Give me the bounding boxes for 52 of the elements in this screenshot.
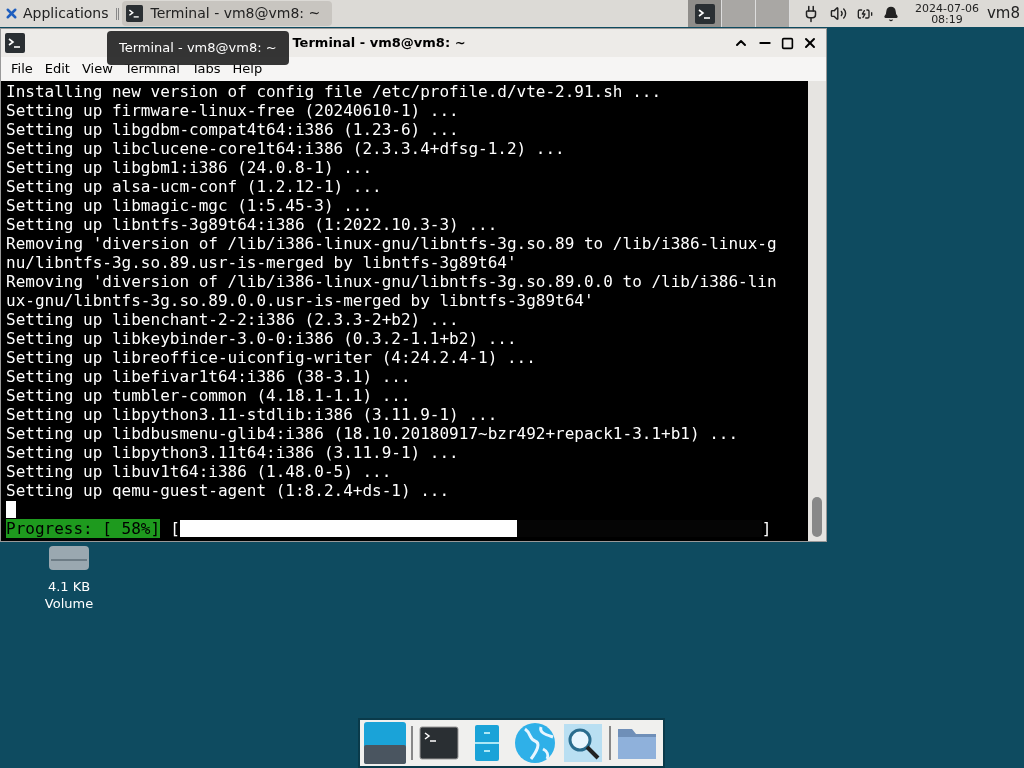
progress-bracket: ] [761, 519, 772, 538]
terminal-line: Setting up libgbm1:i386 (24.0.8-1) ... [6, 158, 373, 177]
terminal-line: Setting up libclucene-core1t64:i386 (2.3.3.4+dfsg-1.2) ... [6, 139, 565, 158]
close-icon[interactable] [802, 35, 818, 51]
progress-label: Progress: [ 58%] [6, 519, 161, 538]
terminal-line: Setting up libgdbm-compat4t64:i386 (1.23-6) ... [6, 120, 459, 139]
terminal-line: ux-gnu/libntfs-3g.so.89.0.0.usr-is-merged by libntfs-3g89t64' [6, 291, 594, 310]
workspace-button[interactable] [688, 0, 722, 27]
terminal-line: Setting up libefivar1t64:i386 (38-3.1) ... [6, 367, 411, 386]
clock-time: 08:19 [931, 13, 963, 25]
text-cursor [6, 501, 16, 518]
desktop-icon[interactable] [363, 721, 407, 765]
clock[interactable]: 2024-07-06 08:19 [911, 2, 983, 25]
terminal-icon [125, 5, 143, 22]
terminal-line: Installing new version of config file /etc/profile.d/vte-2.91.sh ... [6, 82, 662, 101]
clock-date: 2024-07-06 [915, 2, 979, 14]
volume-icon[interactable] [830, 5, 847, 22]
progress-bracket: [ [170, 519, 180, 538]
terminal-line: Setting up libenchant-2-2:i386 (2.3.3-2+b2) ... [6, 310, 459, 329]
scrollbar[interactable] [808, 81, 826, 541]
window-title: Terminal - vm8@vm8: ~ [292, 34, 466, 53]
taskbar-window-button[interactable]: Terminal - vm8@vm8: ~ [121, 1, 333, 26]
applications-menu-button[interactable]: Applications [0, 0, 113, 27]
terminal-line: Setting up libpython3.11t64:i386 (3.11.9-1) ... [6, 443, 459, 462]
terminal-line: Removing 'diversion of /lib/i386-linux-gnu/libntfs-3g.so.89 to /lib/i386-linux-g [6, 234, 777, 253]
magnifier-icon[interactable] [561, 721, 605, 765]
terminal-line: nu/libntfs-3g.so.89.usr-is-merged by libntfs-3g89t64' [6, 253, 517, 272]
terminal-icon [693, 3, 716, 24]
terminal-line: Setting up libntfs-3g89t64:i386 (1:2022.10.3-3) ... [6, 215, 498, 234]
terminal-line: Setting up libmagic-mgc (1:5.45-3) ... [6, 196, 373, 215]
separator-handle-icon [115, 7, 119, 20]
tooltip: Terminal - vm8@vm8: ~ [107, 31, 289, 65]
terminal-line: Setting up firmware-linux-free (20240610-1) ... [6, 101, 459, 120]
terminal-line: Setting up libuv1t64:i386 (1.48.0-5) ... [6, 462, 392, 481]
terminal-line: Setting up libreoffice-uiconfig-writer (4:24.2.4-1) ... [6, 348, 536, 367]
terminal-line: Removing 'diversion of /lib/i386-linux-gnu/libntfs-3g.so.89.0.0 to /lib/i386-lin [6, 272, 777, 291]
app-logo-icon [4, 6, 19, 21]
terminal-line: Setting up libkeybinder-3.0-0:i386 (0.3.2-1.1+b2) ... [6, 329, 517, 348]
terminal-line: Setting up qemu-guest-agent (1:8.2.4+ds-1) ... [6, 481, 450, 500]
terminal-line: Setting up libdbusmenu-glib4:i386 (18.10.20180917~bzr492+repack1-3.1+b1) ... [6, 424, 739, 443]
terminal-line: Setting up libpython3.11-stdlib:i386 (3.11.9-1) ... [6, 405, 498, 424]
user-name[interactable]: vm8 [982, 2, 1024, 25]
terminal-line: Setting up tumbler-common (4.18.1-1.1) ... [6, 386, 411, 405]
volume-size: 4.1 KB [47, 578, 91, 595]
volume-label: Volume [44, 595, 94, 612]
menu-item[interactable]: File [5, 59, 39, 79]
menu-item[interactable]: Edit [38, 59, 76, 79]
maximize-icon[interactable] [781, 36, 794, 50]
terminal-line: Setting up alsa-ucm-conf (1.2.12-1) ... [6, 177, 382, 196]
desktop-volume[interactable]: 4.1 KB Volume [36, 542, 102, 612]
terminal-icon [5, 33, 25, 53]
bell-icon[interactable] [883, 5, 899, 22]
